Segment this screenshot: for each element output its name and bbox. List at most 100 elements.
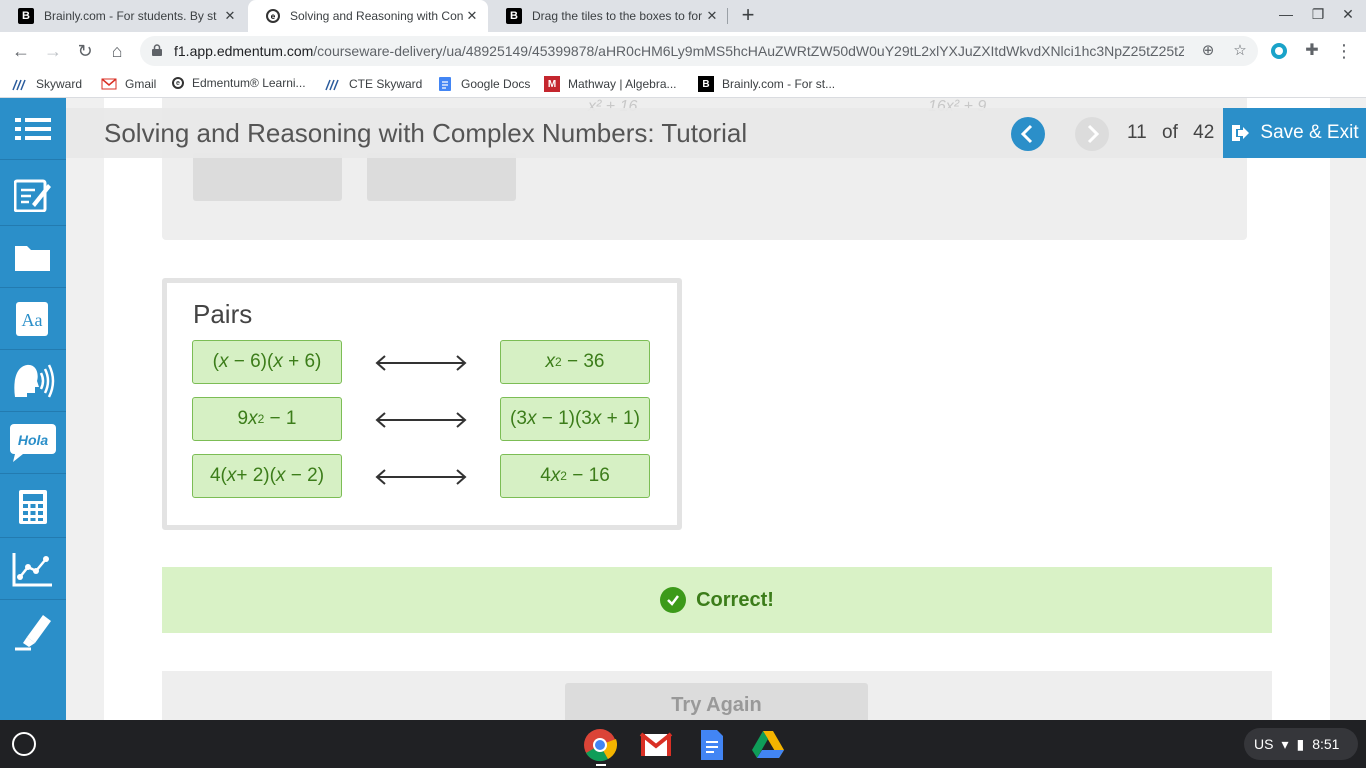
- menu-icon[interactable]: ⋮: [1331, 38, 1357, 64]
- double-arrow-icon: [375, 355, 467, 371]
- double-arrow-icon: [375, 469, 467, 485]
- bookmark-brainly[interactable]: B Brainly.com - For st...: [698, 76, 835, 92]
- translate-hola-icon[interactable]: Hola: [0, 412, 66, 474]
- tool-sidebar: Aa Hola: [0, 98, 66, 720]
- pair-tile-left[interactable]: (x − 6)(x + 6): [192, 340, 342, 384]
- close-window-icon[interactable]: ✕: [1338, 6, 1358, 26]
- text-to-speech-icon[interactable]: [0, 350, 66, 412]
- notes-edit-icon[interactable]: [0, 164, 66, 226]
- svg-text:Aa: Aa: [22, 310, 43, 330]
- calculator-icon[interactable]: [0, 476, 66, 538]
- address-bar[interactable]: f1.app.edmentum.com/courseware-delivery/…: [140, 36, 1258, 66]
- tab-title: Solving and Reasoning with Con: [290, 9, 464, 23]
- bookmark-skyward[interactable]: Skyward: [12, 76, 82, 92]
- brainly-icon: B: [18, 8, 34, 24]
- drive-icon[interactable]: [751, 728, 785, 762]
- folder-icon[interactable]: [0, 226, 66, 288]
- status-tray[interactable]: US ▾ ▮ 8:51: [1244, 728, 1358, 760]
- bookmark-label: Skyward: [36, 77, 83, 91]
- page-counter: 11 of 42: [1127, 122, 1224, 144]
- launcher-icon[interactable]: [12, 732, 36, 756]
- extension-icon[interactable]: [1270, 42, 1288, 60]
- close-tab-icon[interactable]: ✕: [704, 8, 720, 24]
- reload-icon[interactable]: ↻: [72, 38, 98, 64]
- menu-list-icon[interactable]: [0, 98, 66, 160]
- extensions-puzzle-icon[interactable]: ✚: [1299, 38, 1325, 64]
- save-exit-label: Save & Exit: [1260, 122, 1359, 143]
- chrome-icon[interactable]: [583, 728, 617, 762]
- bookmark-google-docs[interactable]: Google Docs: [437, 76, 530, 92]
- bookmark-label: Edmentum® Learni...: [192, 76, 306, 90]
- lesson-header: Solving and Reasoning with Complex Numbe…: [66, 108, 1366, 158]
- next-button[interactable]: [1075, 117, 1109, 151]
- back-icon[interactable]: ←: [8, 38, 34, 64]
- double-arrow-icon: [375, 412, 467, 428]
- gmail-icon[interactable]: [639, 728, 673, 762]
- page-of: of: [1162, 122, 1178, 143]
- pairs-panel: Pairs (x − 6)(x + 6) x2 − 36 9x2 − 1 (3 x…: [162, 278, 682, 530]
- close-tab-icon[interactable]: ✕: [464, 8, 480, 24]
- empty-tile-slot[interactable]: [193, 153, 342, 201]
- minimize-icon[interactable]: —: [1276, 6, 1296, 26]
- forward-icon[interactable]: →: [40, 38, 66, 64]
- pair-tile-left[interactable]: 9x2 − 1: [192, 397, 342, 441]
- new-tab-button[interactable]: +: [736, 4, 760, 28]
- url-path: /courseware-delivery/ua/48925149/4539987…: [313, 43, 1184, 59]
- tab-title: Drag the tiles to the boxes to for: [532, 9, 703, 23]
- svg-text:Hola: Hola: [18, 432, 49, 448]
- tab-edmentum[interactable]: e Solving and Reasoning with Con ✕: [248, 0, 488, 32]
- tab-brainly[interactable]: B Brainly.com - For students. By st ✕: [0, 0, 246, 32]
- url-text: f1.app.edmentum.com/courseware-delivery/…: [174, 43, 1184, 59]
- highlighter-icon[interactable]: [0, 600, 66, 662]
- bookmark-star-icon[interactable]: ☆: [1230, 41, 1250, 61]
- feedback-banner: Correct!: [162, 567, 1272, 633]
- docs-icon: [439, 77, 451, 91]
- bookmarks-bar: Skyward Gmail e Edmentum® Learni... CTE …: [0, 70, 1366, 98]
- courseware-page: Aa Hola x² + 16 16x² + 9 Solving and Rea…: [0, 98, 1366, 720]
- chevron-right-icon: [1087, 124, 1100, 144]
- zoom-icon[interactable]: ⊕: [1198, 41, 1218, 61]
- tab-brainly-drag[interactable]: B Drag the tiles to the boxes to for ✕: [488, 0, 728, 32]
- edmentum-icon: e: [172, 77, 184, 89]
- docs-icon[interactable]: [695, 728, 729, 762]
- bookmark-label: CTE Skyward: [349, 77, 423, 91]
- pair-tile-right[interactable]: (3 x − 1)(3 x + 1): [500, 397, 650, 441]
- save-exit-button[interactable]: Save & Exit: [1223, 108, 1366, 158]
- graph-icon[interactable]: [0, 538, 66, 600]
- pair-tile-right[interactable]: x2 − 36: [500, 340, 650, 384]
- chevron-left-icon: [1020, 124, 1033, 144]
- dictionary-icon[interactable]: Aa: [0, 288, 66, 350]
- feedback-text: Correct!: [696, 588, 774, 611]
- running-indicator: [596, 764, 606, 766]
- brainly-icon: B: [506, 8, 522, 24]
- try-again-button[interactable]: Try Again: [565, 683, 868, 720]
- browser-tab-strip: B Brainly.com - For students. By st ✕ e …: [0, 0, 1366, 32]
- empty-tile-slot[interactable]: [367, 153, 516, 201]
- exit-icon: [1232, 125, 1250, 141]
- tab-separator: [727, 8, 728, 24]
- skyward-icon: [325, 79, 339, 91]
- home-icon[interactable]: ⌂: [104, 38, 130, 64]
- restore-icon[interactable]: ❐: [1308, 6, 1328, 26]
- pair-tile-right[interactable]: 4x2 − 16: [500, 454, 650, 498]
- bookmark-label: Google Docs: [461, 77, 531, 91]
- lock-icon: [152, 44, 162, 56]
- wifi-icon: ▾: [1281, 735, 1289, 752]
- bookmark-cte-skyward[interactable]: CTE Skyward: [325, 76, 422, 92]
- page-title: Solving and Reasoning with Complex Numbe…: [104, 118, 748, 148]
- bookmark-gmail[interactable]: Gmail: [101, 76, 156, 92]
- url-host: f1.app.edmentum.com: [174, 43, 314, 59]
- skyward-icon: [12, 79, 26, 91]
- pairs-title: Pairs: [193, 299, 253, 329]
- close-tab-icon[interactable]: ✕: [222, 8, 238, 24]
- previous-button[interactable]: [1011, 117, 1045, 151]
- bookmark-label: Brainly.com - For st...: [722, 77, 836, 91]
- page-current: 11: [1127, 122, 1147, 143]
- pair-tile-left[interactable]: 4(x + 2)(x − 2): [192, 454, 342, 498]
- bookmark-label: Mathway | Algebra...: [568, 77, 677, 91]
- bookmark-mathway[interactable]: M Mathway | Algebra...: [544, 76, 677, 92]
- battery-icon: ▮: [1296, 735, 1305, 752]
- gmail-icon: [101, 78, 117, 90]
- browser-toolbar: ← → ↻ ⌂ f1.app.edmentum.com/courseware-d…: [0, 32, 1366, 70]
- bookmark-edmentum[interactable]: e Edmentum® Learni...: [172, 76, 306, 90]
